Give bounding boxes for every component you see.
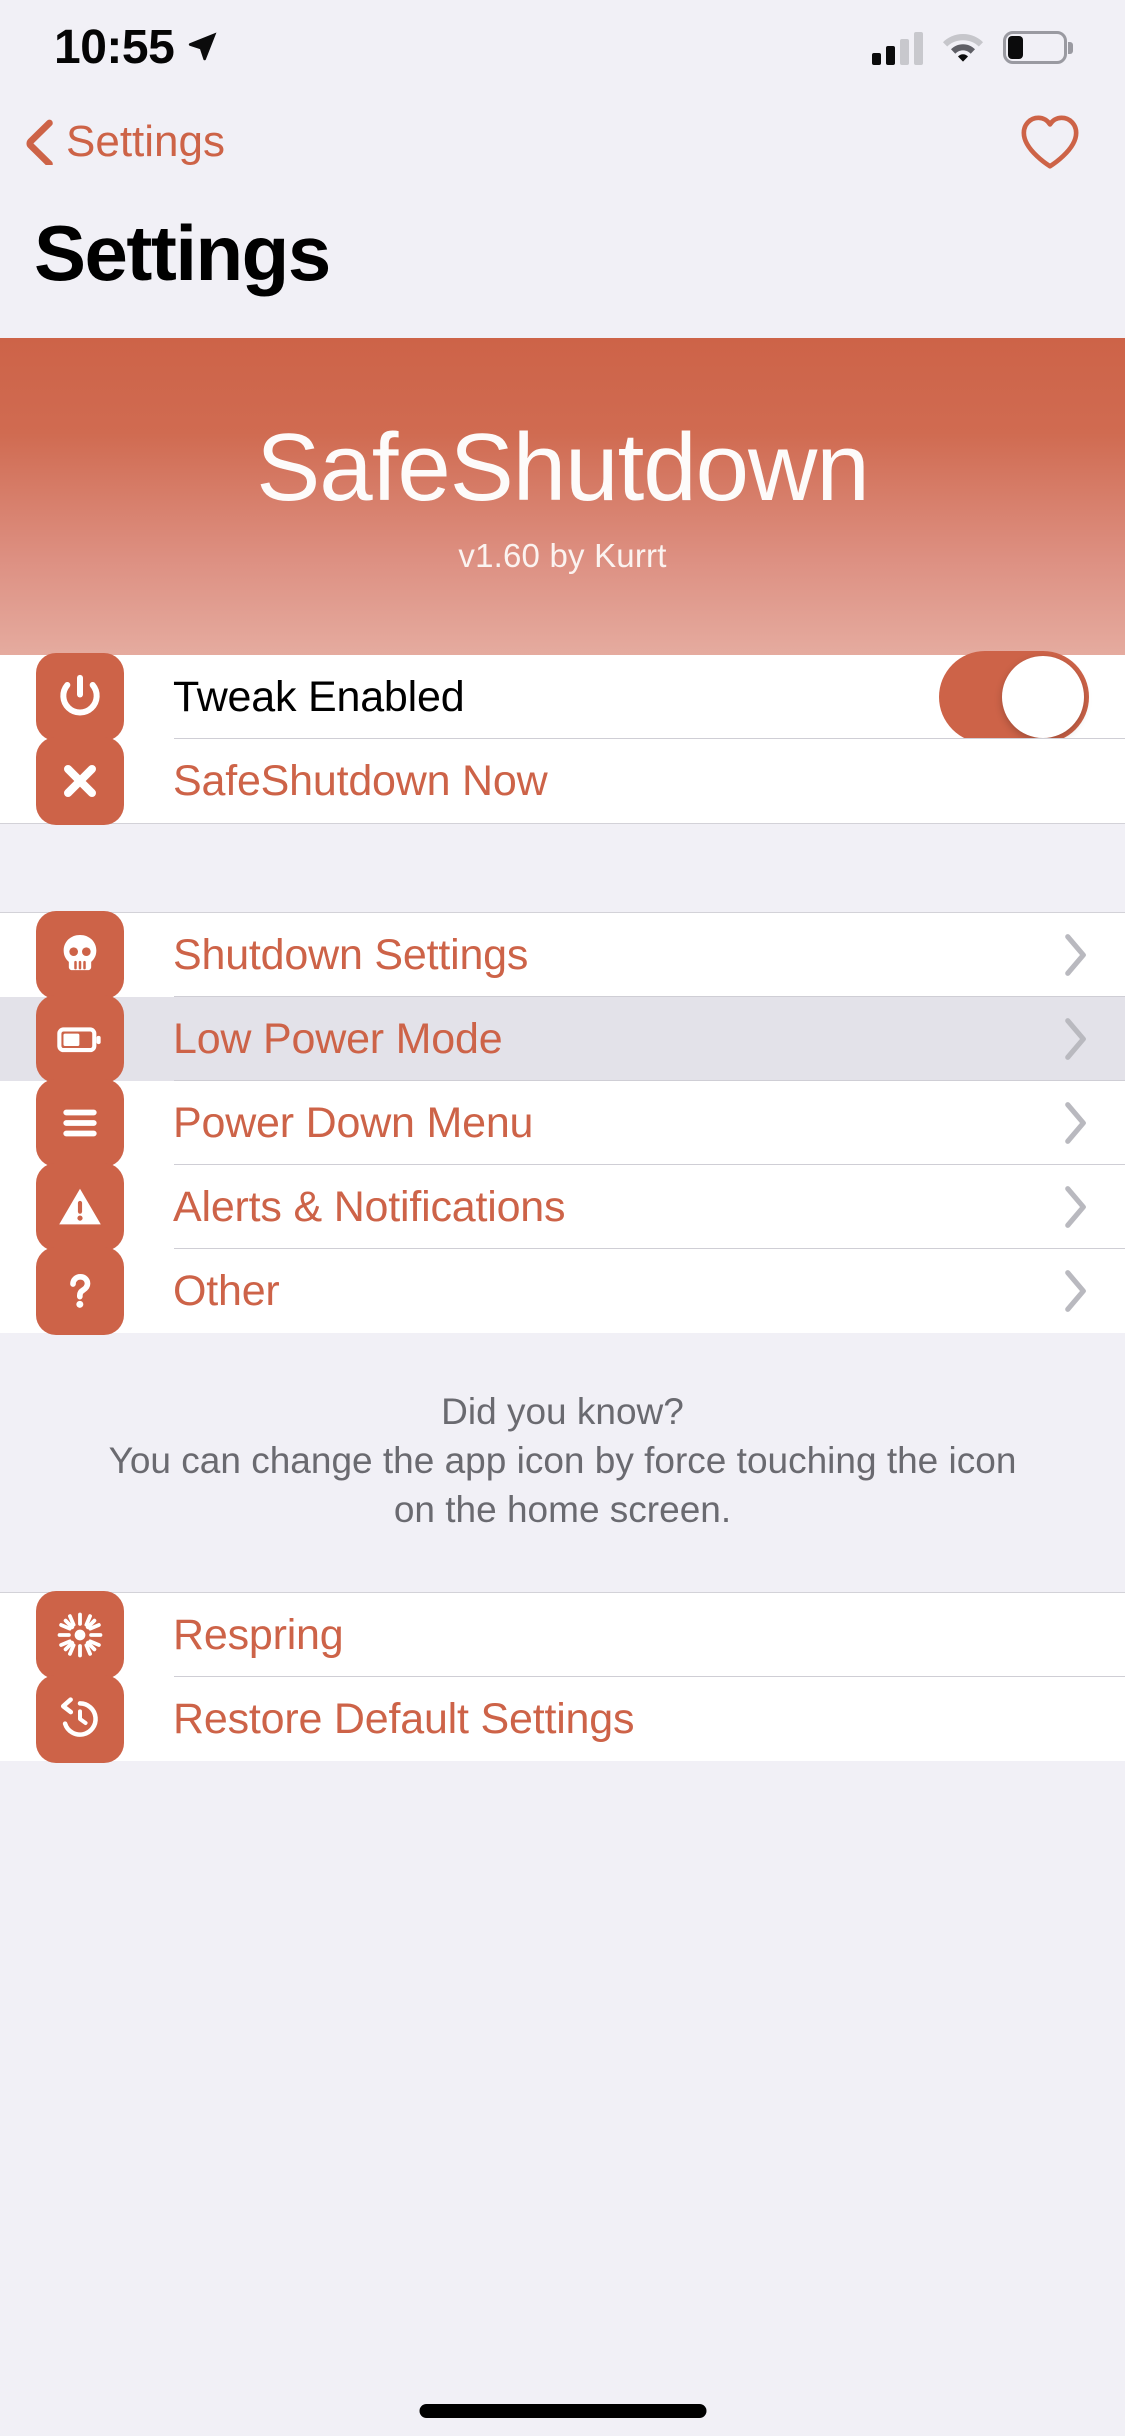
close-x-icon <box>36 737 124 825</box>
row-power-down-menu[interactable]: Power Down Menu <box>0 1079 1125 1167</box>
page-title: Settings <box>34 209 331 297</box>
section-main-actions: Tweak Enabled SafeShutdown Now <box>0 651 1125 825</box>
warning-triangle-icon <box>36 1163 124 1251</box>
status-bar-right <box>872 30 1073 67</box>
power-icon <box>36 653 124 741</box>
row-label: Respring <box>173 1610 344 1659</box>
row-respring[interactable]: Respring <box>0 1591 1125 1679</box>
cellular-signal-icon <box>872 31 923 65</box>
section-configuration: Shutdown Settings Low Power Mode Power D… <box>0 911 1125 1335</box>
skull-icon <box>36 911 124 999</box>
chevron-right-icon <box>1063 933 1089 977</box>
row-alerts-notifications[interactable]: Alerts & Notifications <box>0 1163 1125 1251</box>
clock-rewind-icon <box>36 1675 124 1763</box>
section-maintenance: Respring Restore Default Settings <box>0 1591 1125 1763</box>
sunburst-icon <box>36 1591 124 1679</box>
toggle-knob <box>1002 656 1084 738</box>
chevron-right-icon <box>1063 1185 1089 1229</box>
chevron-right-icon <box>1063 1269 1089 1313</box>
question-mark-icon <box>36 1247 124 1335</box>
banner-title: SafeShutdown <box>256 414 869 522</box>
row-low-power-mode[interactable]: Low Power Mode <box>0 995 1125 1083</box>
row-safeshutdown-now[interactable]: SafeShutdown Now <box>0 737 1125 825</box>
row-restore-default-settings[interactable]: Restore Default Settings <box>0 1675 1125 1763</box>
row-label: Low Power Mode <box>173 1014 503 1063</box>
chevron-right-icon <box>1063 1101 1089 1145</box>
row-other[interactable]: Other <box>0 1247 1125 1335</box>
navigation-bar: Settings <box>0 96 1125 188</box>
battery-icon <box>36 995 124 1083</box>
section-spacer <box>0 823 1125 913</box>
row-shutdown-settings[interactable]: Shutdown Settings <box>0 911 1125 999</box>
row-label: Shutdown Settings <box>173 930 529 979</box>
wifi-icon <box>941 30 985 67</box>
back-button[interactable]: Settings <box>22 117 225 168</box>
status-time: 10:55 <box>54 21 175 74</box>
banner-subtitle: v1.60 by Kurrt <box>458 536 667 574</box>
footer-note: Did you know? You can change the app ico… <box>0 1333 1125 1593</box>
row-label: Alerts & Notifications <box>173 1182 566 1231</box>
tweak-enabled-toggle[interactable] <box>939 651 1089 743</box>
chevron-left-icon <box>22 119 56 168</box>
back-button-label: Settings <box>66 117 225 166</box>
location-arrow-icon <box>186 29 220 68</box>
row-label: Restore Default Settings <box>173 1694 635 1743</box>
row-tweak-enabled[interactable]: Tweak Enabled <box>0 651 1125 743</box>
row-label: Tweak Enabled <box>173 672 465 721</box>
home-indicator <box>419 2404 706 2418</box>
row-label: Other <box>173 1266 280 1315</box>
row-label: SafeShutdown Now <box>173 756 548 805</box>
battery-icon <box>1003 31 1073 65</box>
status-bar-left: 10:55 <box>54 24 220 72</box>
footer-note-heading: Did you know? <box>441 1391 684 1432</box>
footer-note-line2: on the home screen. <box>393 1489 732 1530</box>
row-label: Power Down Menu <box>173 1098 534 1147</box>
list-lines-icon <box>36 1079 124 1167</box>
heart-icon[interactable] <box>1019 111 1081 173</box>
status-bar: 10:55 <box>0 0 1125 96</box>
footer-note-line1: You can change the app icon by force tou… <box>108 1440 1017 1481</box>
chevron-right-icon <box>1063 1017 1089 1061</box>
app-banner: SafeShutdown v1.60 by Kurrt <box>0 338 1125 655</box>
